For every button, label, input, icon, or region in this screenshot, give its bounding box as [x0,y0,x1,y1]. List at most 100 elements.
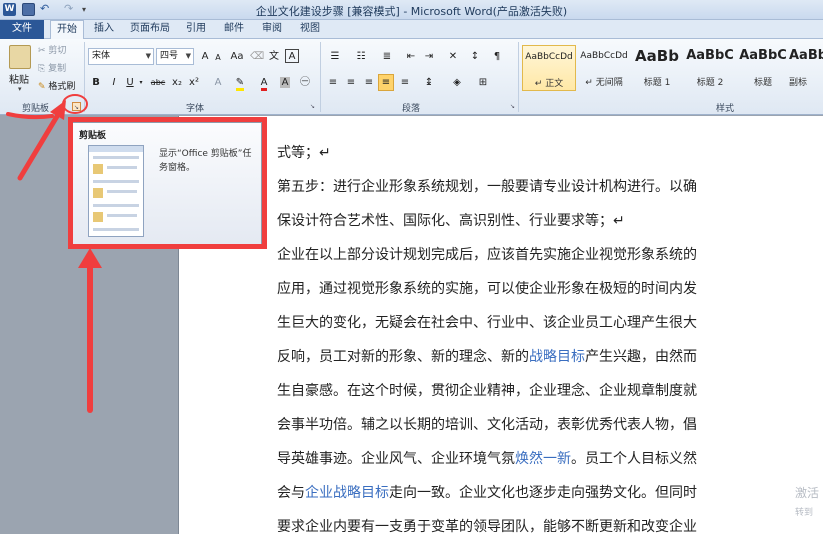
style-heading-1[interactable]: AaBb 标题 1 [630,45,684,91]
chevron-down-icon: ▼ [145,52,151,60]
italic-button[interactable]: I [108,75,120,91]
font-name-dropdown[interactable]: 宋体 ▼ [88,48,154,65]
superscript-button[interactable]: x² [187,75,201,91]
copy-button[interactable]: ⎘ 复制 [38,62,66,76]
cut-label: 剪切 [48,46,67,56]
shrink-font-button[interactable]: A [212,50,224,66]
style-subtitle[interactable]: AaBbC 副标 [789,45,823,91]
font-color-icon[interactable]: A [256,75,272,91]
document-line[interactable]: 会与企业战略目标走向一致。企业文化也逐步走向强势文化。但同时 [277,482,697,502]
paste-button[interactable]: 粘贴 [9,71,29,86]
align-center-icon[interactable]: ≡ [344,75,358,91]
line-spacing-icon[interactable]: ↨ [420,75,438,91]
document-page[interactable]: 式等；↵ 第五步：进行企业形象系统规划，一般要请专业设计机构进行。以确保设计符合艺… [178,116,823,534]
style-sample: AaBbC [739,48,787,63]
phonetic-guide-icon[interactable]: 文 [267,49,281,65]
style-name: ↵ 无间隔 [585,78,623,88]
document-text: 第五步：进行企业形象系统规划，一般要请专业设计机构进行。以确 [277,179,697,195]
document-link[interactable]: 企业战略目标 [305,485,389,501]
underline-button[interactable]: U [124,75,136,91]
document-text: 应用，通过视觉形象系统的实施，可以使企业形象在极短的时间内发 [277,281,697,297]
group-divider [84,42,85,112]
clipboard-launcher-icon[interactable]: ↘ [72,102,81,111]
style-sample: AaBbCcDd [525,52,573,62]
highlight-icon[interactable]: ✎ [232,75,248,91]
style-heading-2[interactable]: AaBbC 标题 2 [683,45,737,91]
align-right-icon[interactable]: ≡ [362,75,376,91]
style-no-spacing[interactable]: AaBbCcDd ↵ 无间隔 [577,45,631,91]
document-line[interactable]: 导英雄事迹。企业风气、企业环境气氛焕然一新。员工个人目标义然 [277,448,697,468]
document-text: 会事半功倍。辅之以长期的培训、文化活动，表彰优秀代表人物，倡 [277,417,697,433]
style-title[interactable]: AaBbC 标题 [736,45,790,91]
grow-font-button[interactable]: A [198,49,212,65]
align-left-icon[interactable]: ≡ [326,75,340,91]
document-link[interactable]: 战略目标 [529,349,585,365]
tab-home[interactable]: 开始 [50,20,84,40]
numbering-icon[interactable]: ☷ [352,49,370,65]
clear-format-icon[interactable]: ⌫ [250,49,264,65]
sort-icon[interactable]: ↕ [468,49,482,65]
font-name-value: 宋体 [92,51,111,61]
show-marks-icon[interactable]: ¶ [490,49,504,65]
change-case-button[interactable]: Aa [228,49,246,65]
document-line[interactable]: 会事半功倍。辅之以长期的培训、文化活动，表彰优秀代表人物，倡 [277,414,697,434]
document-line[interactable]: 企业在以上部分设计规划完成后，应该首先实施企业视觉形象系统的 [277,244,697,264]
document-line[interactable]: 式等；↵ [277,142,331,162]
decrease-indent-icon[interactable]: ⇤ [404,49,418,65]
document-text: 导英雄事迹。企业风气、企业环境气氛 [277,451,515,467]
document-text: 会与 [277,485,305,501]
style-normal[interactable]: AaBbCcDd ↵ 正文 [522,45,576,91]
tab-references[interactable]: 引用 [182,20,210,39]
chevron-down-icon: ▼ [185,52,191,60]
format-painter-button[interactable]: ✎ 格式刷 [38,80,75,94]
char-shading-icon[interactable]: A [278,75,292,91]
tab-insert[interactable]: 插入 [90,20,118,39]
text-effects-icon[interactable]: A [210,75,226,91]
justify-icon[interactable]: ≡ [378,74,394,91]
document-line[interactable]: 要求企业内要有一支勇于变革的领导团队，能够不断更新和改变企业 [277,516,697,534]
bold-button[interactable]: B [90,75,102,91]
enclose-char-icon[interactable]: ㊀ [298,75,312,91]
cut-button[interactable]: ✂ 剪切 [38,44,66,58]
document-line[interactable]: 第五步：进行企业形象系统规划，一般要请专业设计机构进行。以确 [277,176,697,196]
chinese-layout-icon[interactable]: ✕ [444,49,462,65]
tab-page-layout[interactable]: 页面布局 [126,20,174,39]
document-text: 反响，员工对新的形象、新的理念、新的 [277,349,529,365]
style-sample: AaBb [635,47,679,65]
paragraph-launcher-icon[interactable]: ↘ [508,102,517,111]
char-border-button[interactable]: A [285,49,299,63]
paste-dropdown-icon[interactable]: ▾ [18,85,22,93]
document-line[interactable]: 生自豪感。在这个时候，贯彻企业精神，企业理念、企业规章制度就 [277,380,697,400]
style-sample: AaBbCcDd [580,51,628,61]
copy-icon: ⎘ [38,64,49,74]
borders-icon[interactable]: ⊞ [474,75,492,91]
format-painter-label: 格式刷 [48,82,76,92]
tab-review[interactable]: 审阅 [258,20,286,39]
document-line[interactable]: 应用，通过视觉形象系统的实施，可以使企业形象在极短的时间内发 [277,278,697,298]
font-size-dropdown[interactable]: 四号 ▼ [156,48,194,65]
strikethrough-button[interactable]: abc [150,75,166,91]
tab-view[interactable]: 视图 [296,20,324,39]
document-link[interactable]: 焕然一新 [515,451,571,467]
multilevel-list-icon[interactable]: ≣ [378,49,396,65]
document-line[interactable]: 生巨大的变化，无疑会在社会中、行业中、该企业员工心理产生很大 [277,312,697,332]
document-text: 产生兴趣，由然而 [585,349,697,365]
subscript-button[interactable]: x₂ [170,75,184,91]
paragraph-group-label: 段落 [402,104,421,114]
style-name: ↵ 正文 [534,79,564,89]
styles-group-label: 样式 [716,104,735,114]
document-line[interactable]: 反响，员工对新的形象、新的理念、新的战略目标产生兴趣，由然而 [277,346,697,366]
paste-icon[interactable] [9,45,31,69]
increase-indent-icon[interactable]: ⇥ [422,49,436,65]
tab-file[interactable]: 文件 [0,20,44,39]
distributed-icon[interactable]: ≡ [398,75,412,91]
underline-dropdown-icon[interactable]: ▾ [137,75,145,91]
tab-mailings[interactable]: 邮件 [220,20,248,39]
bullets-icon[interactable]: ☰ [326,49,344,65]
annotation-highlight-box [68,117,267,249]
shading-icon[interactable]: ◈ [448,75,466,91]
document-line[interactable]: 保设计符合艺术性、国际化、高识别性、行业要求等；↵ [277,210,625,230]
style-sample: AaBbC [789,48,823,63]
font-launcher-icon[interactable]: ↘ [308,102,317,111]
ribbon-tabs: 文件 开始 插入 页面布局 引用 邮件 审阅 视图 [0,20,823,40]
